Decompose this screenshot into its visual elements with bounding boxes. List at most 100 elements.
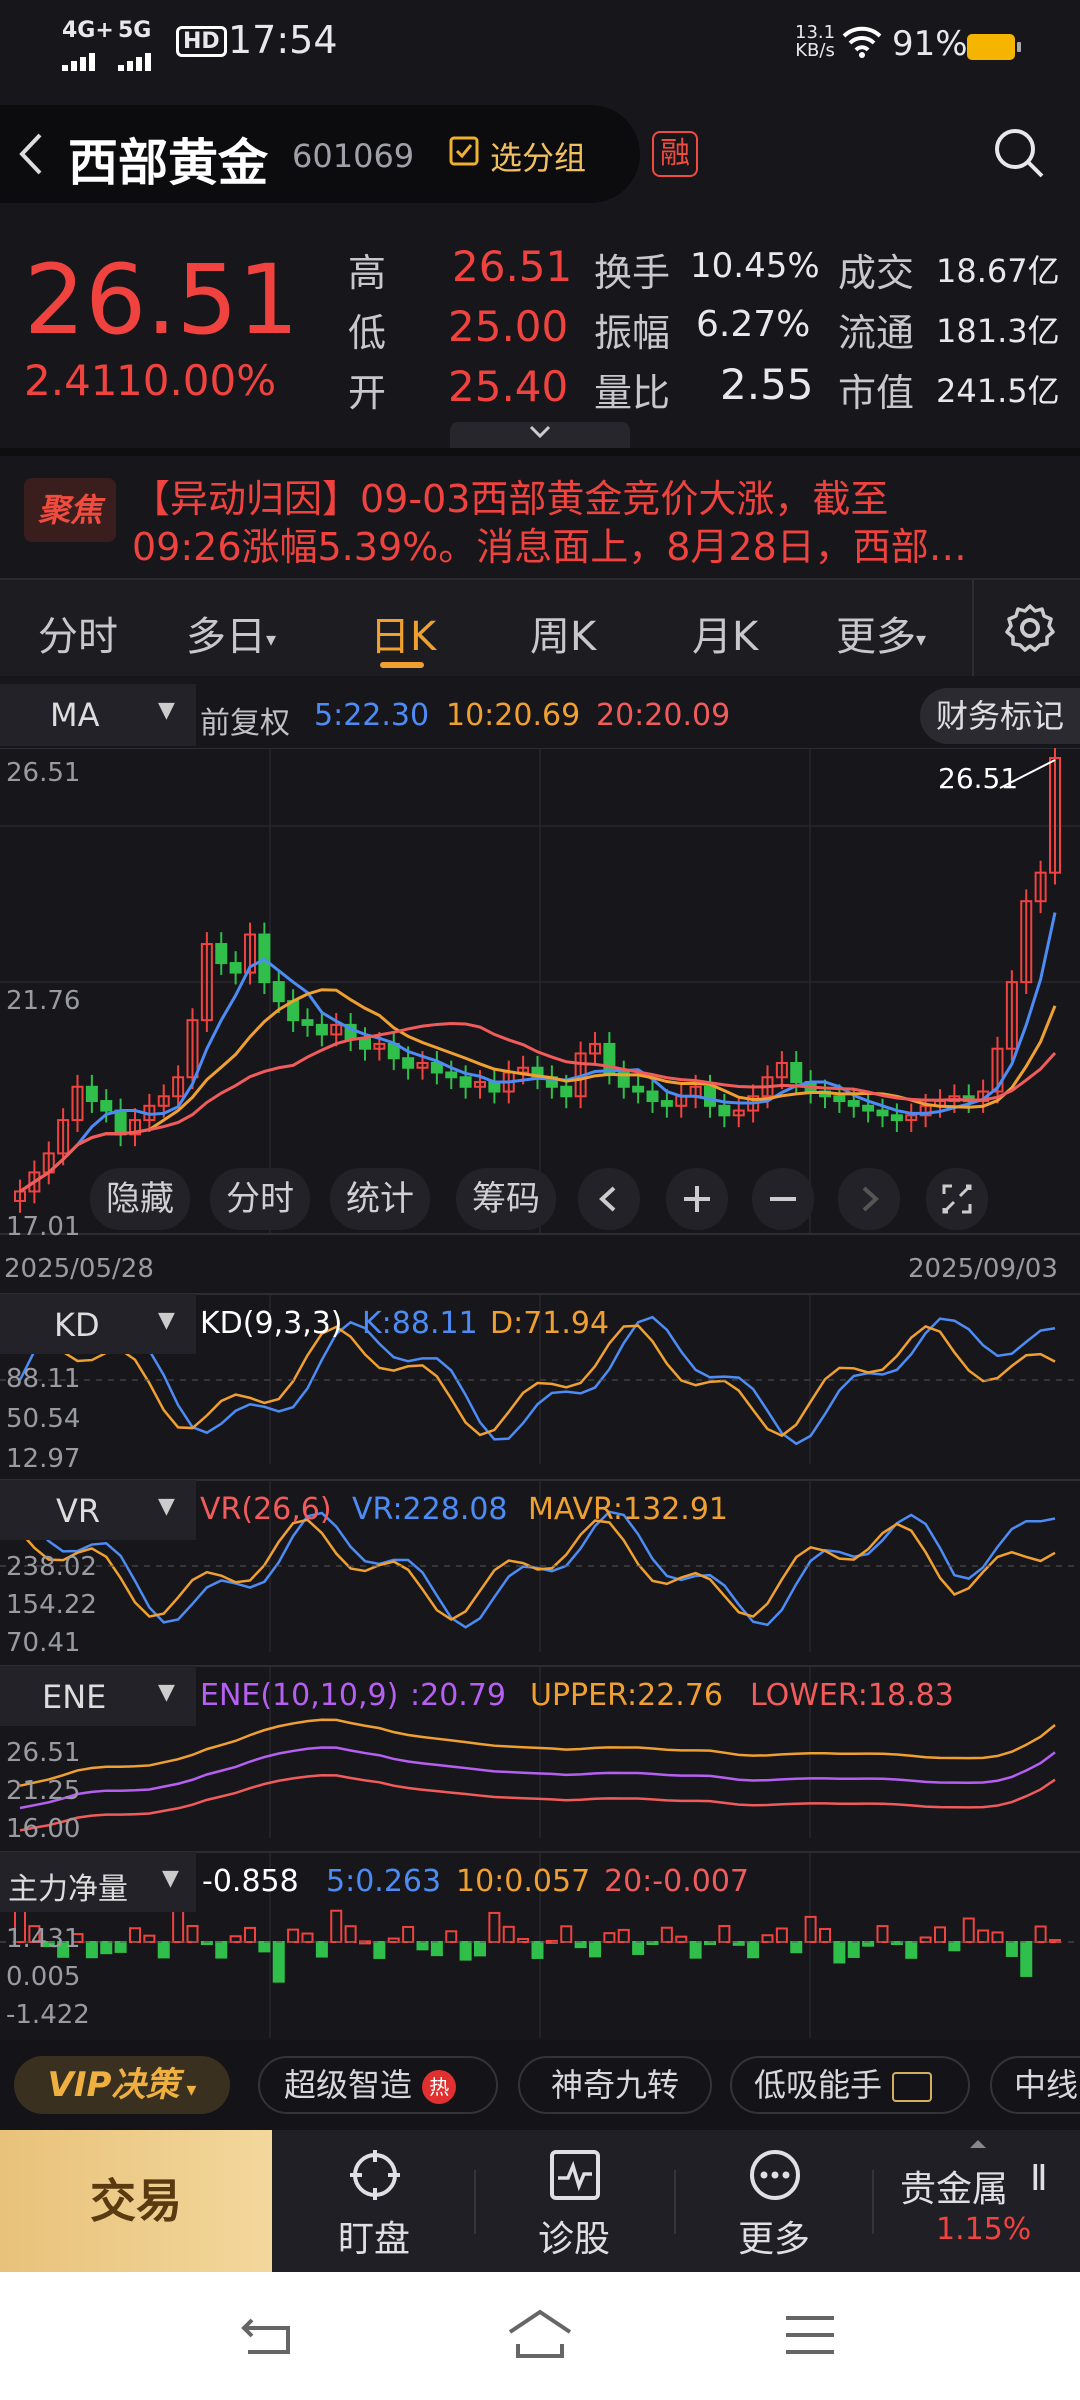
- flow-bar: [143, 1934, 156, 1943]
- scroll-right-button[interactable]: [838, 1168, 900, 1230]
- chart-canvas[interactable]: [0, 748, 1080, 2038]
- flow-bar: [373, 1941, 386, 1959]
- target-icon: [350, 2150, 400, 2200]
- ene-y1: 26.51: [6, 1738, 81, 1768]
- candle-body: [660, 1100, 673, 1107]
- tab-intraday[interactable]: 分时: [38, 604, 118, 662]
- mavr-value: MAVR:132.91: [528, 1492, 729, 1527]
- flow-bar: [991, 1931, 1004, 1943]
- statistics-button[interactable]: 统计: [330, 1168, 430, 1230]
- ene-upper-value: UPPER:22.76: [530, 1678, 724, 1713]
- fullscreen-button[interactable]: [926, 1168, 988, 1230]
- select-group-button[interactable]: 选分组: [490, 133, 586, 179]
- hide-button[interactable]: 隐藏: [90, 1168, 190, 1230]
- flow-bar: [847, 1941, 860, 1958]
- zoom-in-button[interactable]: [666, 1168, 728, 1230]
- candle-body: [402, 1057, 415, 1069]
- period-tabs: 分时 多日▾ 日K 周K 月K 更多▾: [0, 580, 1080, 676]
- pause-icon[interactable]: Ⅱ: [1030, 2158, 1048, 2199]
- vr-y1: 238.02: [6, 1552, 97, 1582]
- expand-quote-button[interactable]: [450, 422, 630, 448]
- volume-ratio-value: 2.55: [720, 360, 814, 409]
- finance-mark-button[interactable]: 财务标记: [920, 688, 1080, 744]
- chevron-down-icon: [529, 425, 551, 439]
- flow-bar: [315, 1941, 328, 1958]
- flow-bar: [1005, 1941, 1018, 1957]
- indicator-select-ene[interactable]: ENE ▼: [0, 1666, 196, 1726]
- candle-body: [876, 1109, 889, 1117]
- wifi-icon: [842, 26, 882, 67]
- battery-icon: [966, 30, 1022, 70]
- vr-indicator-bar: VR ▼ VR(26,6) VR:228.08 MAVR:132.91: [0, 1480, 1080, 1540]
- vr-y2: 154.22: [6, 1590, 97, 1620]
- indicator-select-flow[interactable]: 主力净量 ▼: [0, 1852, 196, 1912]
- flow-bar: [402, 1925, 415, 1943]
- flow-bar: [502, 1925, 515, 1944]
- quote-panel: 26.51 2.41 10.00% 高 26.51 低 25.00 开 25.4…: [0, 230, 1080, 448]
- strategy-chip-3[interactable]: 低吸能手: [730, 2056, 970, 2114]
- hd-icon: HD: [176, 26, 227, 57]
- flow-bar: [244, 1926, 256, 1944]
- flow-bar: [632, 1941, 645, 1955]
- tab-daily-k[interactable]: 日K: [370, 604, 436, 662]
- flow-indicator-bar: 主力净量 ▼ -0.858 5:0.263 10:0.057 20:-0.007: [0, 1852, 1080, 1912]
- home-icon[interactable]: [504, 2306, 576, 2362]
- intraday-button[interactable]: 分时: [210, 1168, 310, 1230]
- vr-y3: 70.41: [6, 1628, 81, 1658]
- tab-multi-day[interactable]: 多日▾: [186, 604, 276, 662]
- chips-button[interactable]: 筹码: [456, 1168, 556, 1230]
- scroll-left-button[interactable]: [578, 1168, 640, 1230]
- flow-bar: [85, 1941, 98, 1959]
- tab-more[interactable]: 更多▾: [836, 604, 926, 662]
- clock: 17:54: [228, 18, 338, 62]
- menu-icon[interactable]: [782, 2312, 838, 2358]
- gear-icon[interactable]: [1004, 602, 1056, 658]
- high-label: 高: [348, 251, 387, 295]
- system-nav-bar: [0, 2272, 1080, 2400]
- tab-monthly-k[interactable]: 月K: [692, 604, 758, 662]
- nav-divider: [474, 2170, 476, 2234]
- flow-bar: [876, 1925, 889, 1943]
- indicator-select-vr[interactable]: VR ▼: [0, 1480, 196, 1540]
- tab-weekly-k[interactable]: 周K: [530, 604, 596, 662]
- flow-bar: [790, 1941, 803, 1954]
- strategy-chip-1[interactable]: 超级智造 热: [258, 2056, 498, 2114]
- candle-body: [632, 1085, 645, 1093]
- nav-watch[interactable]: 盯盘: [300, 2130, 446, 2272]
- nav-more[interactable]: 更多: [702, 2130, 848, 2272]
- flow-bar: [833, 1941, 846, 1964]
- news-line-2: 09:26涨幅5.39%。消息面上，8月28日，西部…: [132, 525, 967, 569]
- amount-value: 18.67亿: [936, 252, 1060, 290]
- flow-ma20: 20:-0.007: [604, 1864, 749, 1899]
- sector-ticker[interactable]: 贵金属 Ⅱ 1.15%: [880, 2130, 1080, 2272]
- indicator-select-kd[interactable]: KD ▼: [0, 1294, 196, 1354]
- news-banner[interactable]: 聚焦 【异动归因】09-03西部黄金竞价大涨，截至 09:26涨幅5.39%。消…: [0, 460, 1080, 578]
- fullscreen-icon: [942, 1184, 972, 1214]
- adjust-mode[interactable]: 前复权: [200, 698, 290, 742]
- vip-decision-button[interactable]: VIP决策 ▾: [14, 2056, 230, 2114]
- strategy-chip-4[interactable]: 中线: [990, 2056, 1080, 2114]
- indicator-select-ma[interactable]: MA ▼: [0, 684, 196, 746]
- flow-bar: [919, 1936, 932, 1943]
- flow-bar: [258, 1941, 271, 1953]
- trade-button[interactable]: 交易: [0, 2130, 272, 2272]
- search-icon[interactable]: [992, 126, 1048, 186]
- kd-y1: 88.11: [6, 1364, 81, 1394]
- turnover-value: 10.45%: [690, 246, 820, 286]
- zoom-out-button[interactable]: [752, 1168, 814, 1230]
- flow-bar: [603, 1932, 616, 1943]
- candle-body: [862, 1104, 875, 1112]
- candle-body: [646, 1090, 659, 1103]
- back-gesture-icon[interactable]: [238, 2312, 298, 2362]
- strategy-chip-2[interactable]: 神奇九转: [518, 2056, 712, 2114]
- flow-bar: [344, 1925, 357, 1943]
- candle-body: [359, 1038, 371, 1050]
- market-cap-value: 241.5亿: [936, 372, 1060, 410]
- flow-bar: [488, 1911, 501, 1944]
- candle-body: [100, 1100, 113, 1112]
- back-icon[interactable]: [16, 131, 46, 181]
- kd-indicator-bar: KD ▼ KD(9,3,3) K:88.11 D:71.94: [0, 1294, 1080, 1354]
- flow-ma10: 10:0.057: [456, 1864, 591, 1899]
- flow-bar: [387, 1937, 400, 1943]
- nav-diagnose[interactable]: 诊股: [502, 2130, 648, 2272]
